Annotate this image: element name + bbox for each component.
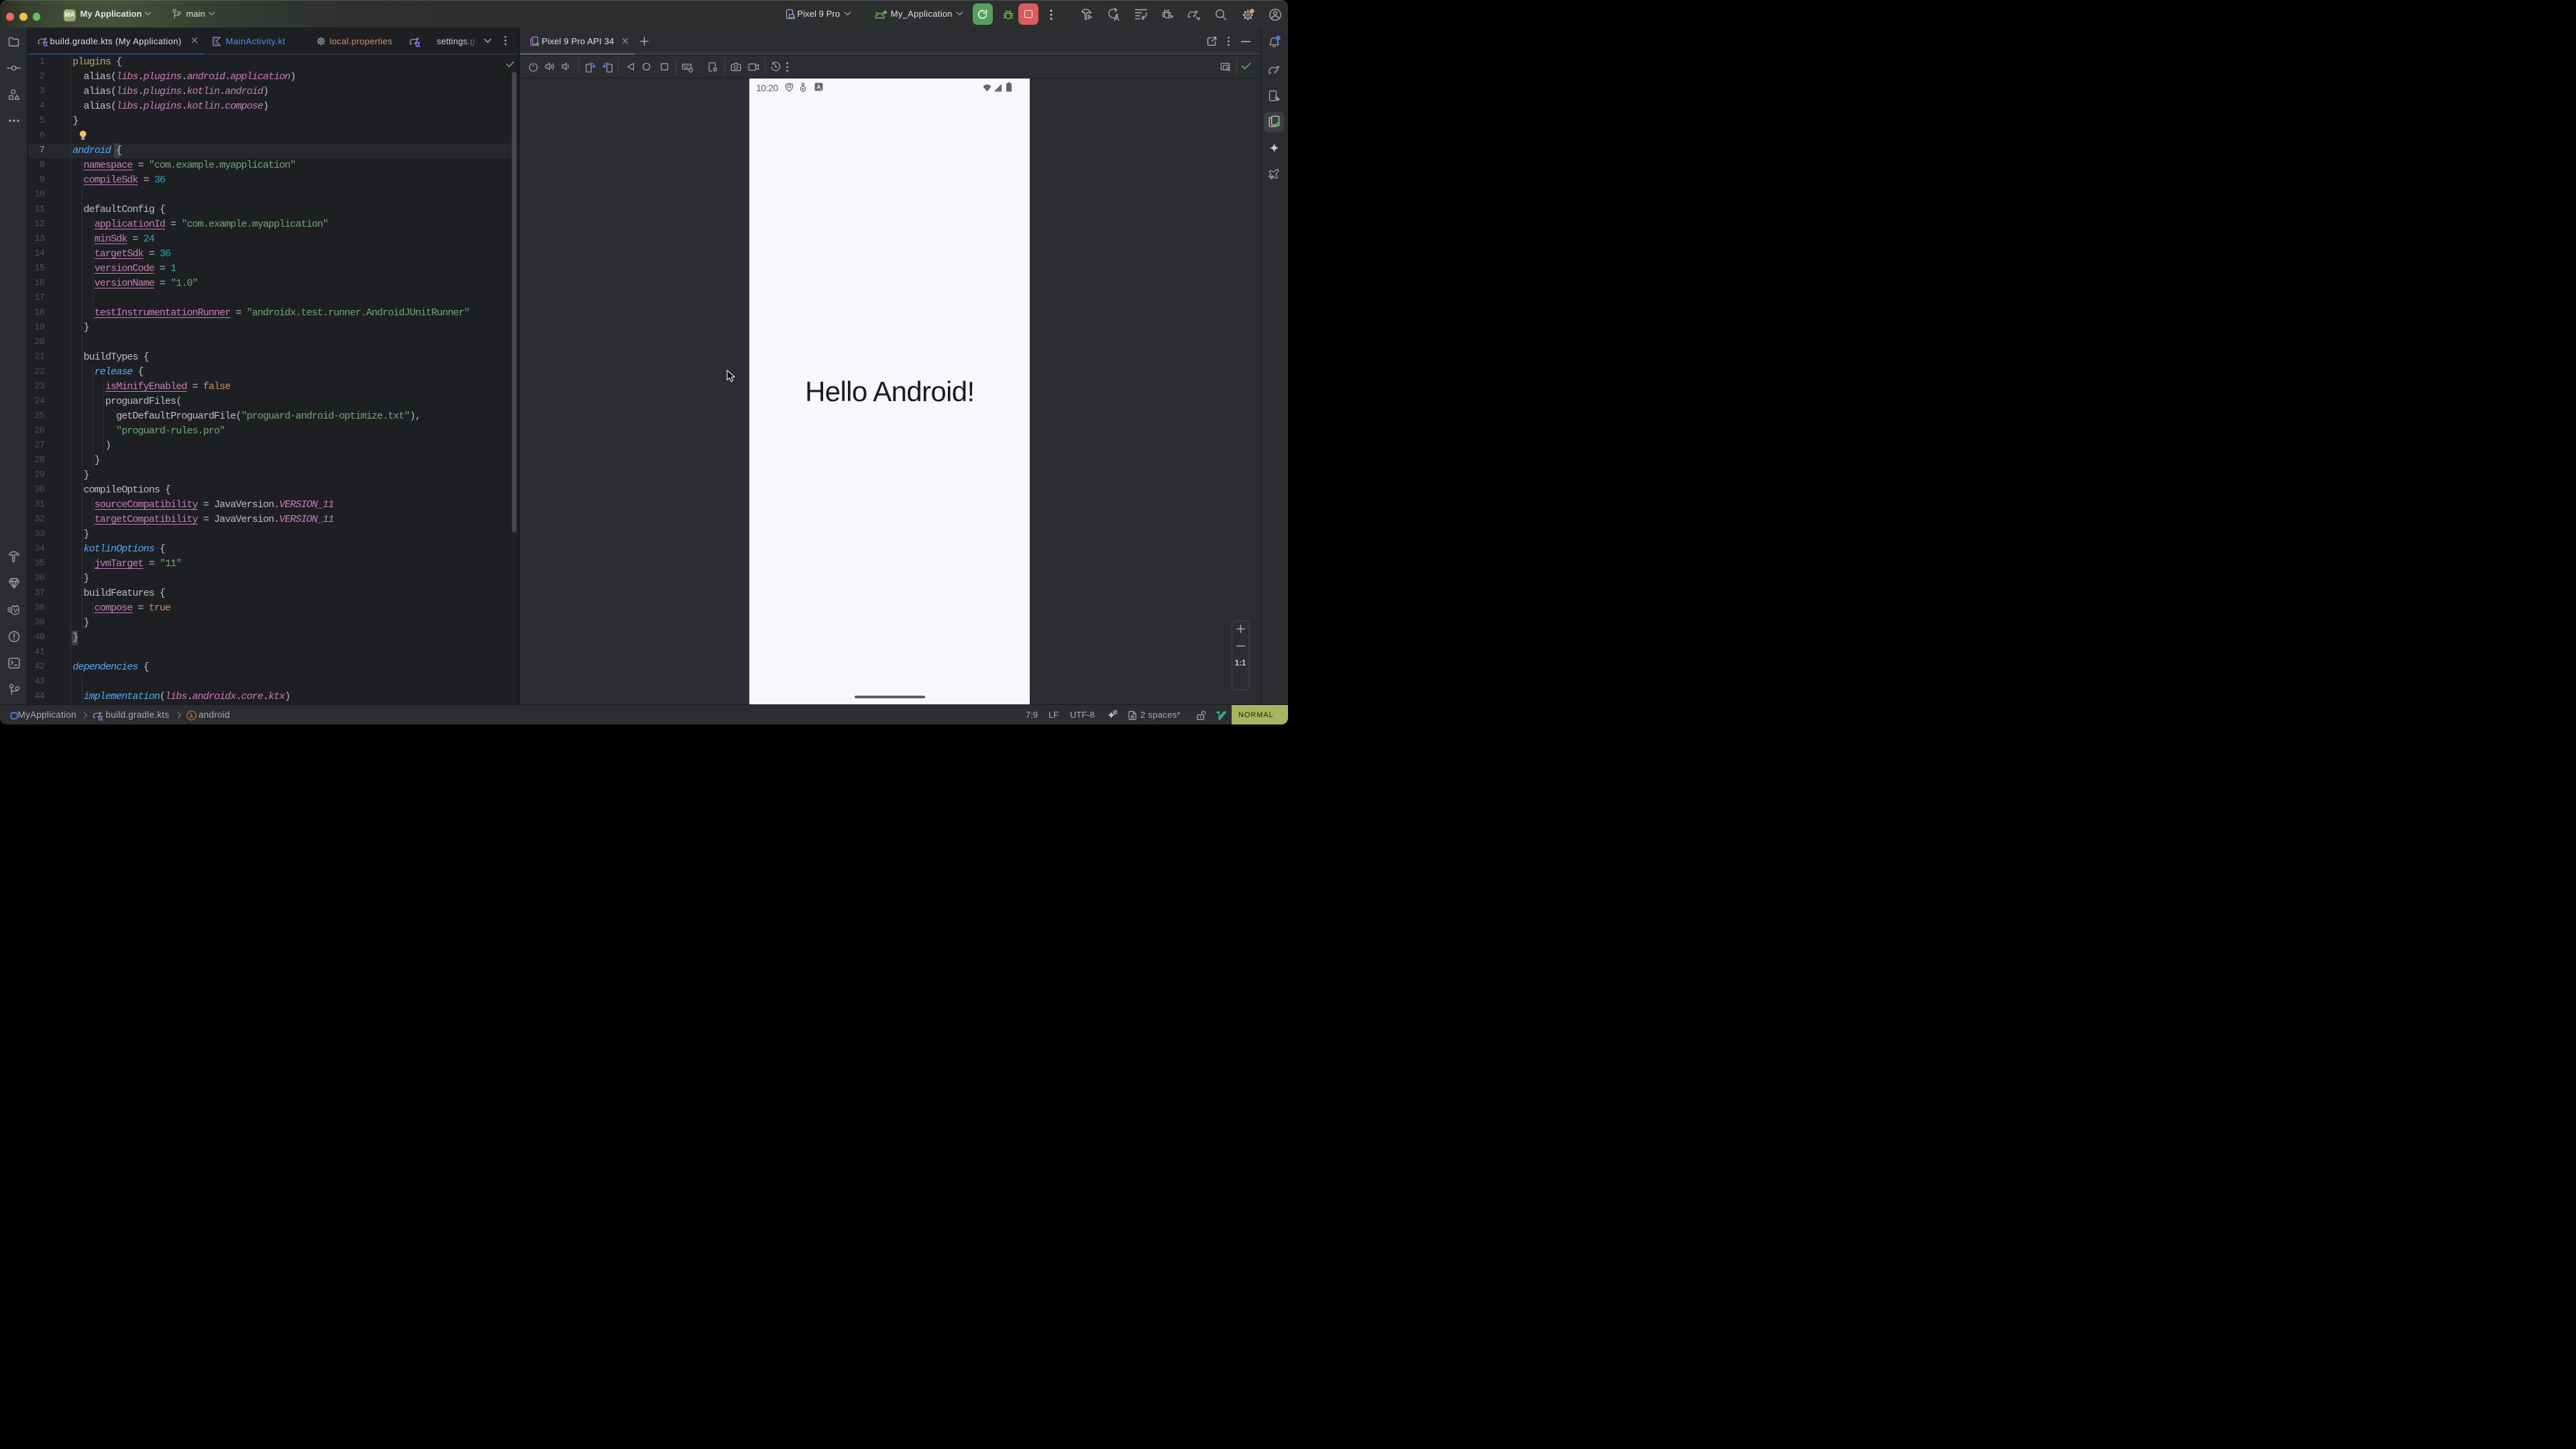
- svg-text:A: A: [817, 84, 821, 91]
